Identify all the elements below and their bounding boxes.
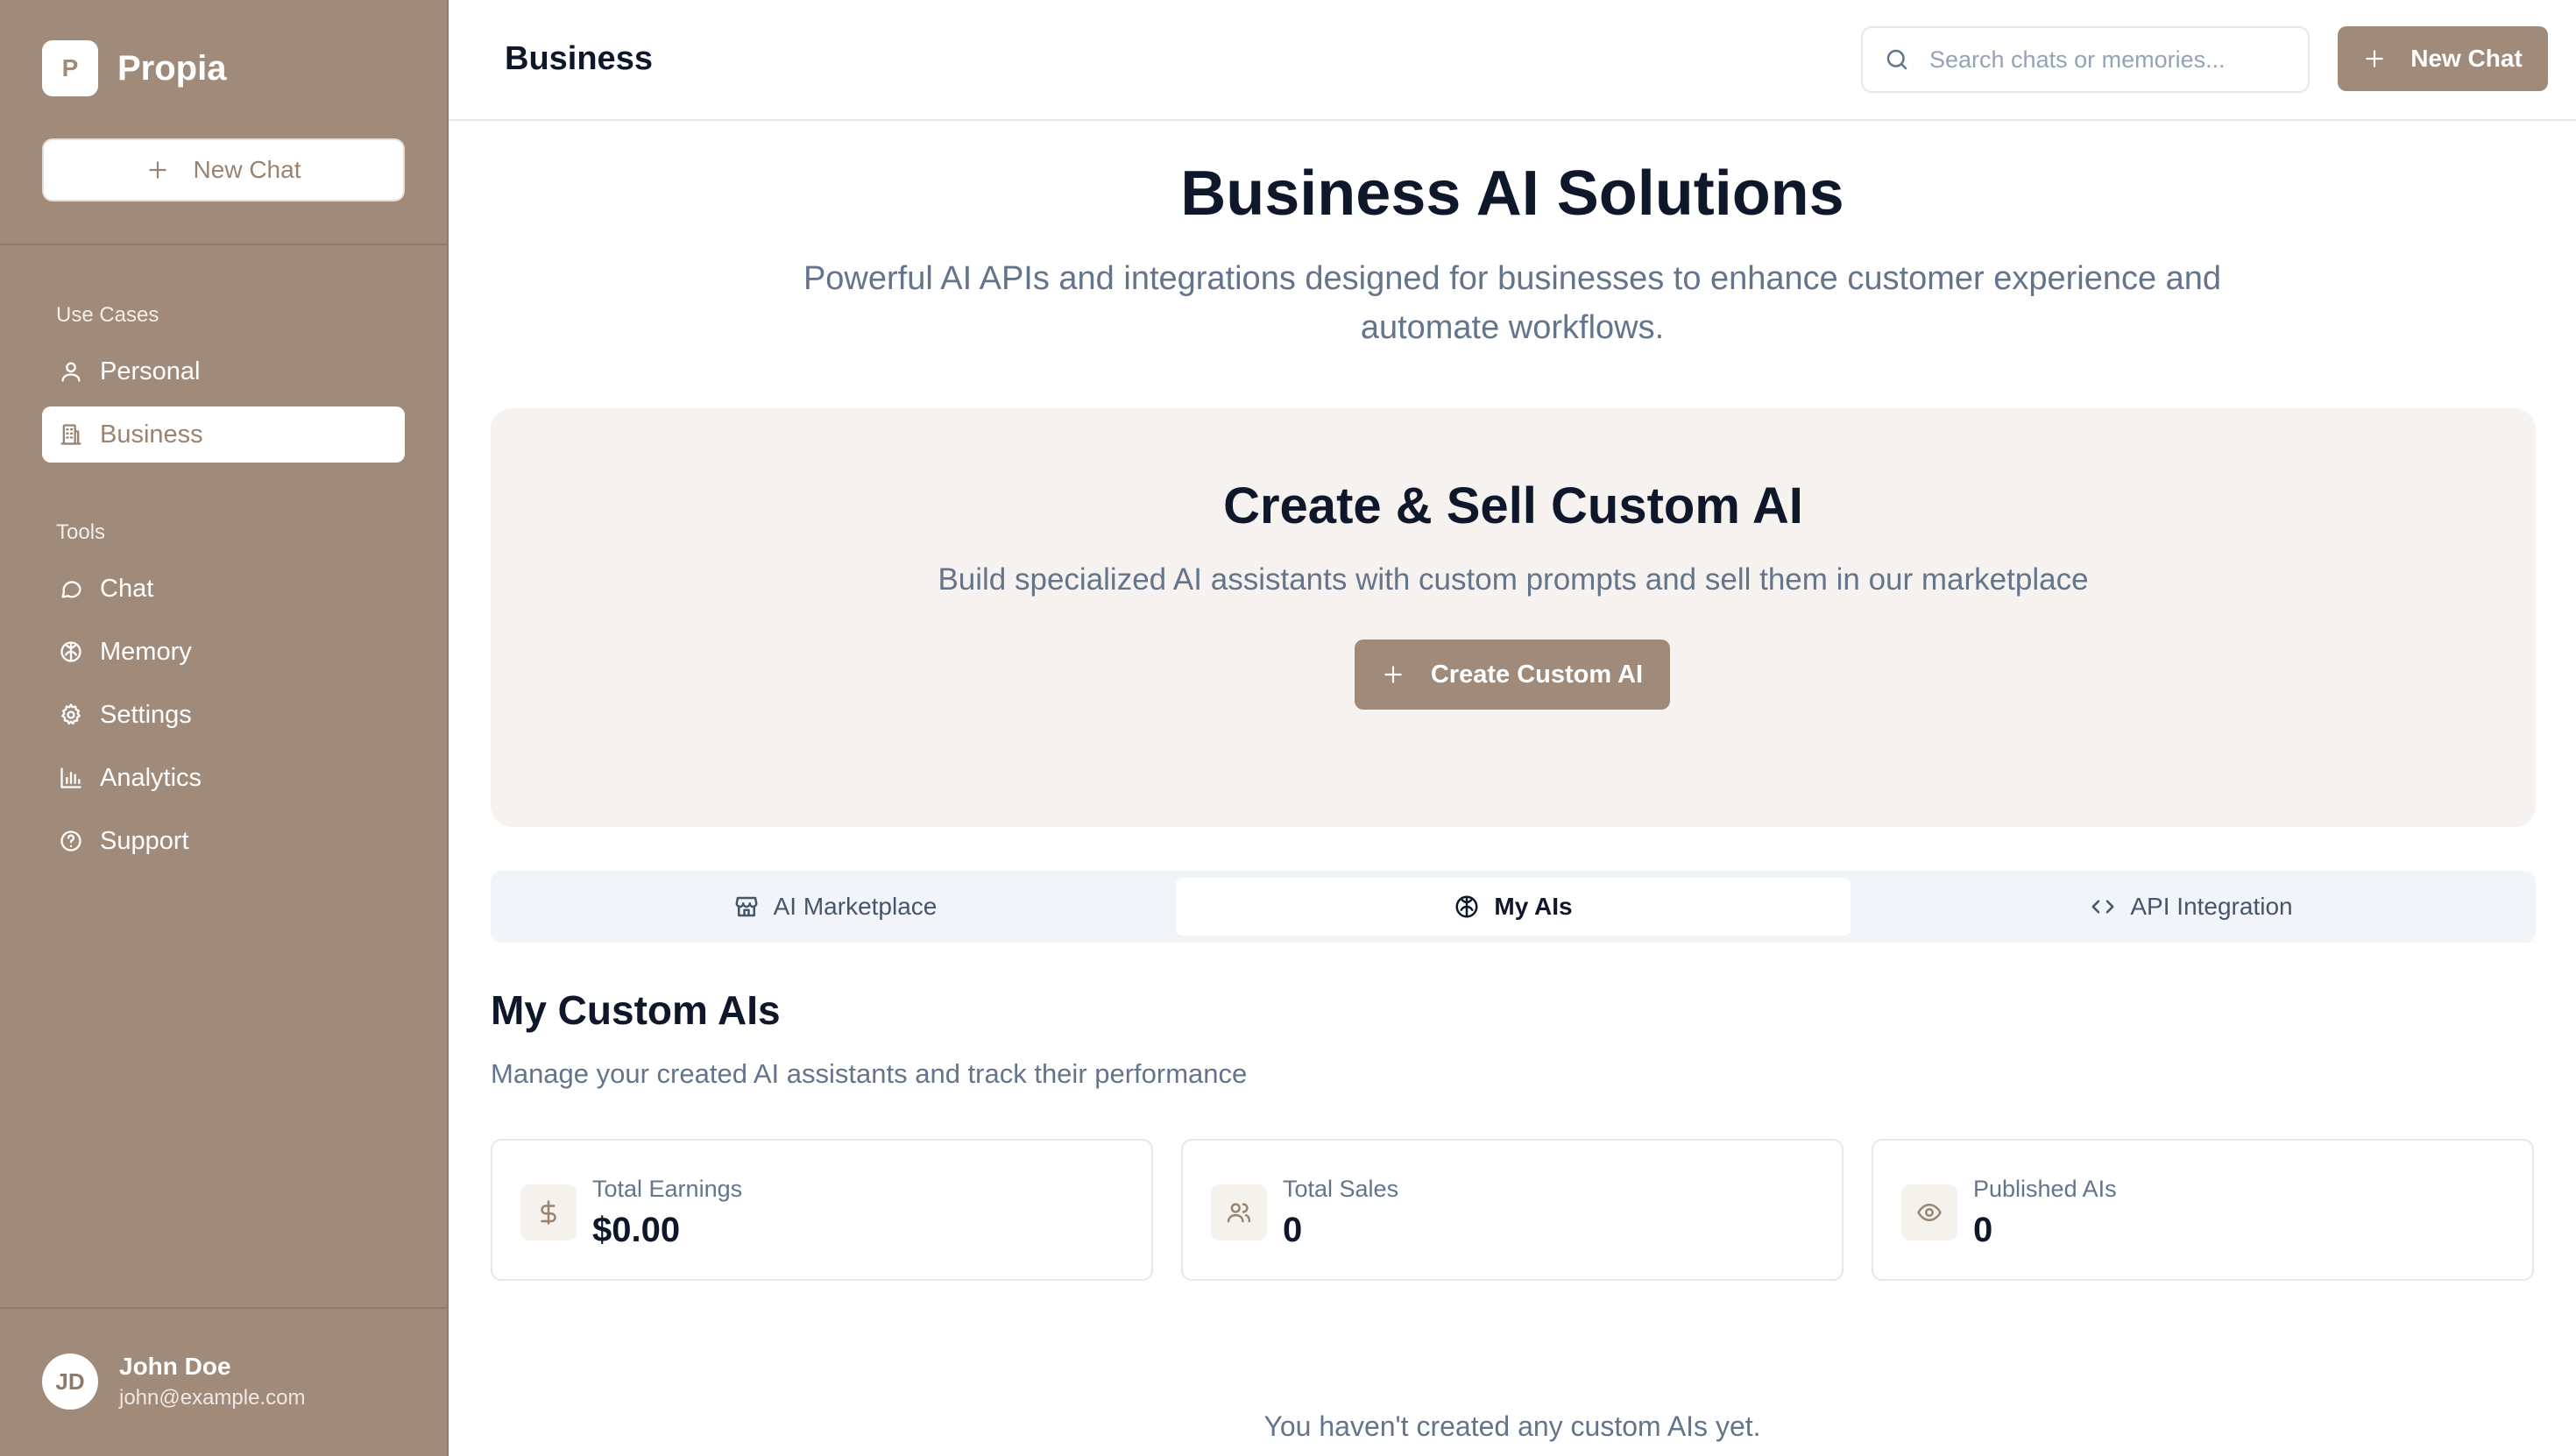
my-ais-title: My Custom AIs: [491, 987, 781, 1033]
user-icon: [56, 357, 86, 386]
app-logo: P: [42, 40, 98, 96]
sidebar-item-label: Personal: [100, 357, 201, 385]
my-ais-subtitle: Manage your created AI assistants and tr…: [491, 1058, 1248, 1089]
tabs: AI Marketplace My AIs API Integration: [491, 871, 2536, 943]
tab-label: AI Marketplace: [773, 893, 938, 920]
empty-state-text: You haven't created any custom AIs yet.: [1263, 1410, 1761, 1442]
stat-card-published-ais: Published AIs 0: [1872, 1139, 2534, 1281]
sidebar-divider: [0, 244, 447, 245]
stat-card-total-earnings: Total Earnings $0.00: [491, 1139, 1153, 1281]
create-custom-ai-button[interactable]: Create Custom AI: [1355, 640, 1670, 710]
dollar-icon: [520, 1184, 577, 1240]
store-icon: [733, 894, 760, 920]
sidebar-divider: [0, 1307, 447, 1309]
code-icon: [2090, 894, 2116, 920]
tab-my-ais[interactable]: My AIs: [1176, 878, 1851, 936]
users-icon: [1211, 1184, 1267, 1240]
tab-label: API Integration: [2130, 893, 2293, 920]
stat-label: Total Earnings: [592, 1176, 743, 1202]
tab-api-integration[interactable]: API Integration: [1854, 878, 2529, 936]
user-email: john@example.com: [119, 1386, 306, 1410]
search-box[interactable]: [1861, 26, 2310, 93]
stat-value: 0: [1283, 1211, 1303, 1249]
stat-card-total-sales: Total Sales 0: [1181, 1139, 1844, 1281]
hero-subtitle: Powerful AI APIs and integrations design…: [803, 260, 2222, 346]
stat-label: Published AIs: [1973, 1176, 2117, 1202]
sidebar-item-business[interactable]: Business: [42, 406, 405, 463]
tab-label: My AIs: [1494, 893, 1573, 920]
brand[interactable]: P Propia: [42, 40, 226, 96]
sidebar-item-label: Business: [100, 420, 203, 449]
header-new-chat-label: New Chat: [2410, 45, 2523, 72]
user-profile[interactable]: JD John Doe john@example.com: [42, 1353, 305, 1410]
main-content: Business AI Solutions Powerful AI APIs a…: [449, 123, 2576, 1456]
stat-value: 0: [1973, 1211, 1993, 1249]
sidebar-item-chat[interactable]: Chat: [42, 561, 405, 617]
sidebar-item-label: Analytics: [100, 763, 202, 792]
eye-icon: [1901, 1184, 1957, 1240]
gear-icon: [56, 700, 86, 730]
plus-icon: [2363, 47, 2386, 70]
sidebar-item-personal[interactable]: Personal: [42, 343, 405, 399]
sidebar-item-memory[interactable]: Memory: [42, 624, 405, 680]
create-card-subtitle: Build specialized AI assistants with cus…: [938, 562, 2089, 597]
sidebar-item-support[interactable]: Support: [42, 813, 405, 869]
top-header: Business New Chat: [449, 0, 2576, 121]
sidebar-new-chat-label: New Chat: [193, 156, 301, 183]
search-icon: [1884, 46, 1910, 73]
search-input[interactable]: [1929, 46, 2280, 74]
avatar: JD: [42, 1354, 98, 1410]
create-card-title: Create & Sell Custom AI: [1223, 477, 1803, 534]
section-label-tools: Tools: [56, 520, 106, 544]
building-icon: [56, 420, 86, 449]
help-circle-icon: [56, 826, 86, 856]
header-new-chat-button[interactable]: New Chat: [2338, 26, 2548, 91]
page-title: Business: [505, 40, 653, 77]
brain-icon: [1454, 894, 1480, 920]
hero-title: Business AI Solutions: [1180, 159, 1844, 229]
stat-value: $0.00: [592, 1211, 681, 1249]
app-name: Propia: [117, 48, 227, 88]
sidebar-item-label: Settings: [100, 700, 192, 729]
section-label-use-cases: Use Cases: [56, 303, 159, 327]
stat-label: Total Sales: [1283, 1176, 1399, 1202]
sidebar-item-label: Memory: [100, 637, 192, 666]
sidebar-item-label: Support: [100, 826, 189, 855]
sidebar-new-chat-button[interactable]: New Chat: [42, 138, 405, 201]
sidebar-item-analytics[interactable]: Analytics: [42, 750, 405, 806]
bar-chart-icon: [56, 763, 86, 793]
plus-icon: [146, 159, 169, 181]
sidebar: P Propia New Chat Use Cases Personal Bus…: [0, 0, 449, 1456]
user-name: John Doe: [119, 1353, 231, 1380]
message-circle-icon: [56, 574, 86, 604]
create-custom-ai-label: Create Custom AI: [1430, 660, 1644, 689]
sidebar-item-label: Chat: [100, 574, 154, 603]
plus-icon: [1382, 663, 1405, 686]
brain-icon: [56, 637, 86, 667]
create-custom-ai-card: Create & Sell Custom AI Build specialize…: [491, 408, 2536, 827]
sidebar-item-settings[interactable]: Settings: [42, 687, 405, 743]
tab-ai-marketplace[interactable]: AI Marketplace: [498, 878, 1172, 936]
